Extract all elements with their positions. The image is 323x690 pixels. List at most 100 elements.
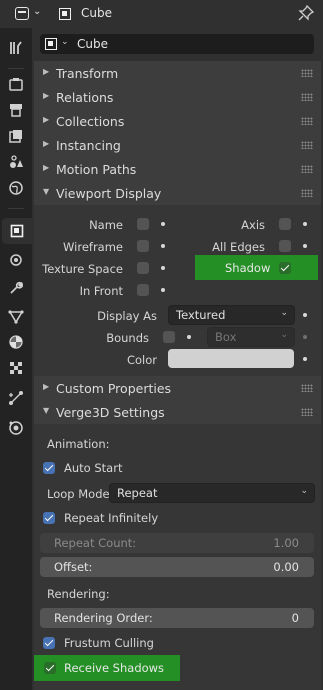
pin-icon[interactable] [298,5,314,21]
axis-checkbox[interactable] [279,218,291,230]
properties-editor-icon [15,7,29,20]
tab-texture[interactable] [6,358,26,378]
repeat-infinitely-label[interactable]: Repeat Infinitely [64,511,158,525]
keyframe-dot-icon[interactable] [161,244,165,248]
auto-start-label[interactable]: Auto Start [64,461,122,475]
editor-type-button[interactable]: ⌄ [13,5,43,23]
world-icon [9,181,23,195]
frustum-culling-checkbox[interactable] [43,637,55,649]
bounds-type-dropdown[interactable]: Box ⌄ [207,327,295,347]
panel-title: Motion Paths [56,162,137,177]
rendering-section-label: Rendering: [47,587,110,601]
loop-mode-label: Loop Mode: [47,487,114,501]
panel-title: Collections [56,114,125,129]
all-edges-checkbox[interactable] [279,240,291,252]
name-checkbox[interactable] [137,218,149,230]
drag-handle-icon[interactable] [301,93,313,101]
tab-material[interactable] [6,332,26,352]
loop-mode-dropdown[interactable]: Repeat ⌄ [109,483,315,503]
offset-label: Offset: [54,560,93,574]
all-edges-label: All Edges [212,240,265,254]
shadow-checkbox[interactable] [279,262,291,274]
keyframe-dot-icon[interactable] [161,222,165,226]
tab-physics[interactable] [6,306,26,326]
scene-icon [10,155,23,168]
keyframe-dot-icon[interactable] [187,335,191,339]
drag-handle-icon[interactable] [301,141,313,149]
in-front-checkbox[interactable] [137,284,149,296]
panel-motion-paths[interactable]: ▶ Motion Paths [34,157,321,181]
drag-handle-icon[interactable] [301,117,313,125]
chevron-down-icon: ⌄ [33,6,42,17]
panel-relations[interactable]: ▶ Relations [34,85,321,109]
keyframe-dot-icon[interactable] [303,244,307,248]
tab-object[interactable] [2,218,32,244]
display-as-label: Display As [97,309,157,323]
tab-view-layer[interactable] [6,126,26,146]
bounds-checkbox[interactable] [163,331,175,343]
display-as-dropdown[interactable]: Textured ⌄ [168,305,295,325]
receive-shadows-row[interactable]: Receive Shadows [34,655,180,681]
keyframe-dot-icon[interactable] [161,266,165,270]
receive-shadows-label: Receive Shadows [64,661,165,675]
expand-arrow-icon: ▶ [43,382,50,391]
keyframe-dot-icon[interactable] [303,357,307,361]
color-label: Color [126,353,157,367]
tab-world[interactable] [6,178,26,198]
drag-handle-icon[interactable] [301,189,313,197]
panel-title: Viewport Display [56,186,162,201]
shadow-row[interactable]: Shadow [195,255,318,280]
rendering-order-label: Rendering Order: [54,611,153,625]
chevron-down-icon: ⌄ [280,308,288,318]
repeat-count-field[interactable]: Repeat Count: 1.00 [40,533,314,553]
wireframe-checkbox[interactable] [137,240,149,252]
panel-transform[interactable]: ▶ Transform [34,61,321,85]
repeat-infinitely-checkbox[interactable] [43,512,55,524]
tab-render[interactable] [6,74,26,94]
rendering-order-field[interactable]: Rendering Order: 0 [40,608,314,628]
verge3d-icon [9,421,23,435]
view-layer-icon [9,130,22,143]
tab-tool[interactable] [6,38,26,58]
tab-verge3d[interactable] [6,418,26,438]
panel-viewport-display[interactable]: ▼ Viewport Display [34,181,321,205]
frustum-culling-label[interactable]: Frustum Culling [64,636,154,650]
object-icon [10,224,24,238]
panel-verge3d-settings[interactable]: ▼ Verge3D Settings [34,400,321,424]
tab-separator [8,68,24,69]
color-swatch[interactable] [168,349,294,368]
keyframe-dot-icon[interactable] [303,222,307,226]
panel-custom-properties[interactable]: ▶ Custom Properties [34,376,321,400]
object-name-field[interactable]: ⌄ Cube [40,34,314,54]
drag-handle-icon[interactable] [301,384,313,392]
tab-modifiers[interactable] [6,250,26,270]
receive-shadows-checkbox[interactable] [44,662,56,674]
expand-arrow-icon: ▶ [43,115,50,124]
expand-arrow-icon: ▶ [43,163,50,172]
in-front-label: In Front [79,284,123,298]
drag-handle-icon[interactable] [301,408,313,416]
tab-scene[interactable] [6,152,26,172]
context-title: Cube [81,6,112,20]
object-name-value[interactable]: Cube [77,37,108,51]
panel-collections[interactable]: ▶ Collections [34,109,321,133]
keyframe-dot-icon[interactable] [161,288,165,292]
offset-field[interactable]: Offset: 0.00 [40,557,314,577]
tab-particles[interactable] [6,278,26,298]
tab-output[interactable] [6,100,26,120]
constraints-icon [9,391,23,405]
tab-separator [8,208,24,209]
panel-instancing[interactable]: ▶ Instancing [34,133,321,157]
drag-handle-icon[interactable] [301,165,313,173]
keyframe-dot-icon[interactable] [303,335,307,339]
loop-mode-value: Repeat [117,486,158,500]
drag-handle-icon[interactable] [301,69,313,77]
collapse-arrow-icon: ▼ [43,406,50,415]
auto-start-checkbox[interactable] [43,462,55,474]
chevron-down-icon[interactable]: ⌄ [61,37,69,47]
texture-space-checkbox[interactable] [137,262,149,274]
keyframe-dot-icon[interactable] [303,313,307,317]
rendering-order-value: 0 [291,611,299,625]
tab-constraints[interactable] [6,388,26,408]
animation-section-label: Animation: [47,437,110,451]
